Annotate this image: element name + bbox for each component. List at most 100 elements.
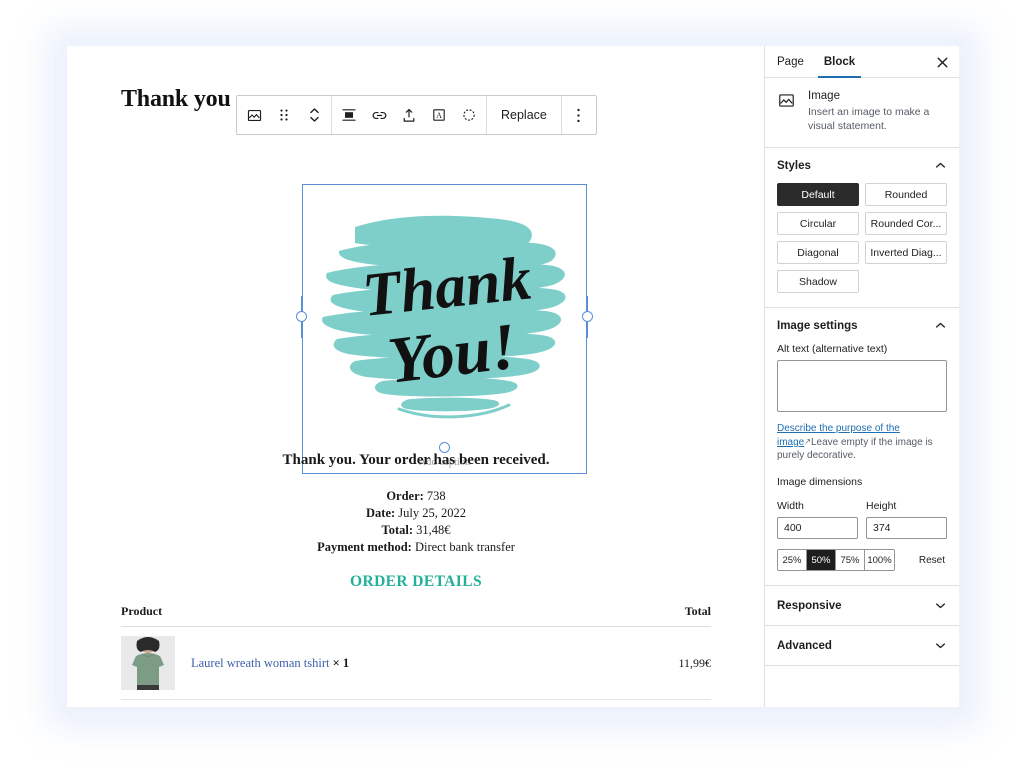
order-meta-value: 31,48€ <box>416 523 451 537</box>
panel-responsive-header[interactable]: Responsive <box>765 586 959 625</box>
product-name-cell[interactable]: Laurel wreath woman tshirt × 1 <box>183 656 678 671</box>
add-text-over-image-icon[interactable]: A <box>424 96 454 134</box>
panel-image-settings-title: Image settings <box>777 319 858 332</box>
style-option-default[interactable]: Default <box>777 183 859 206</box>
order-received-message: Thank you. Your order has been received. <box>282 452 550 468</box>
scale-25-button[interactable]: 25% <box>778 550 807 570</box>
sidebar-tabs: Page Block <box>765 46 959 78</box>
product-quantity: × 1 <box>332 655 350 670</box>
scale-75-button[interactable]: 75% <box>836 550 865 570</box>
external-link-icon: ↗ <box>804 437 811 446</box>
panel-advanced: Advanced <box>765 626 959 666</box>
image-icon <box>777 91 799 133</box>
height-input[interactable] <box>866 517 947 539</box>
reset-button[interactable]: Reset <box>919 555 947 566</box>
editor-canvas[interactable]: Thank you A Replace Thank You! Add capti… <box>67 46 764 707</box>
order-meta-row: Date: July 25, 2022 <box>121 505 711 522</box>
chevron-up-icon <box>934 319 947 332</box>
height-label: Height <box>866 500 897 512</box>
align-icon[interactable] <box>334 96 364 134</box>
table-row <box>121 700 711 707</box>
height-field-group: Height <box>866 500 947 539</box>
dimensions-row: Width Height <box>777 500 947 539</box>
panel-advanced-title: Advanced <box>777 639 832 652</box>
order-meta-list: Order: 738 Date: July 25, 2022 Total: 31… <box>121 488 711 556</box>
style-option-rounded-corners[interactable]: Rounded Cor... <box>865 212 947 235</box>
link-icon[interactable] <box>364 96 394 134</box>
image-block-icon[interactable] <box>239 96 269 134</box>
selected-image-block[interactable]: Thank You! Add caption <box>296 184 593 474</box>
column-header-total: Total <box>684 604 711 618</box>
chevron-down-icon <box>934 639 947 652</box>
panel-styles-title: Styles <box>777 159 811 172</box>
thank-you-image[interactable]: Thank You! <box>303 185 586 443</box>
panel-responsive-title: Responsive <box>777 599 842 612</box>
close-icon[interactable] <box>929 49 955 75</box>
block-info-description: Insert an image to make a visual stateme… <box>808 106 930 132</box>
toolbar-group-format: A <box>332 96 487 134</box>
image-dimensions-label: Image dimensions <box>777 476 863 488</box>
svg-text:A: A <box>436 111 442 120</box>
resize-handle-bottom[interactable] <box>438 442 450 453</box>
thank-you-artwork: Thank You! <box>303 185 586 443</box>
move-up-down-icon[interactable] <box>299 96 329 134</box>
style-option-shadow[interactable]: Shadow <box>777 270 859 293</box>
order-meta-value: Direct bank transfer <box>414 540 515 554</box>
order-meta-row: Order: 738 <box>121 488 711 505</box>
duotone-filter-icon[interactable] <box>454 96 484 134</box>
order-meta-row: Total: 31,48€ <box>121 522 711 539</box>
block-settings-sidebar: Page Block Image Insert an image to make… <box>764 46 959 707</box>
panel-image-settings-header[interactable]: Image settings <box>765 308 959 343</box>
page-backdrop: Thank you A Replace Thank You! Add capti… <box>0 0 1024 767</box>
panel-image-settings-body: Alt text (alternative text) Describe the… <box>765 343 959 585</box>
resize-handle-left[interactable] <box>296 311 307 322</box>
product-total-cell: 11,99€ <box>678 655 711 670</box>
panel-responsive: Responsive <box>765 586 959 626</box>
scale-row: 25% 50% 75% 100% Reset <box>777 549 947 571</box>
order-meta-row: Payment method: Direct bank transfer <box>121 539 711 556</box>
width-input[interactable] <box>777 517 858 539</box>
replace-button[interactable]: Replace <box>489 96 559 134</box>
product-link[interactable]: Laurel wreath woman tshirt <box>191 656 330 670</box>
svg-text:You!: You! <box>384 310 520 398</box>
order-meta-label: Date: <box>366 506 396 520</box>
block-info-title: Image <box>808 90 840 102</box>
order-details-heading: ORDER DETAILS <box>350 573 482 590</box>
scale-50-button[interactable]: 50% <box>807 550 836 570</box>
panel-advanced-header[interactable]: Advanced <box>765 626 959 665</box>
toolbar-group-replace: Replace <box>487 96 562 134</box>
toolbar-group-more <box>562 96 596 134</box>
block-info-card: Image Insert an image to make a visual s… <box>765 78 959 148</box>
toolbar-group-block <box>237 96 332 134</box>
block-toolbar[interactable]: A Replace <box>236 95 597 135</box>
order-meta-value: July 25, 2022 <box>398 506 466 520</box>
drag-handle-icon[interactable] <box>269 96 299 134</box>
style-option-circular[interactable]: Circular <box>777 212 859 235</box>
alt-text-input[interactable] <box>777 360 947 412</box>
style-option-inverted-diagonal[interactable]: Inverted Diag... <box>865 241 947 264</box>
width-field-group: Width <box>777 500 858 539</box>
order-meta-label: Payment method: <box>317 540 412 554</box>
order-meta-label: Order: <box>386 489 424 503</box>
scale-100-button[interactable]: 100% <box>865 550 894 570</box>
style-options-grid: Default Rounded Circular Rounded Cor... … <box>777 183 947 293</box>
scale-button-group: 25% 50% 75% 100% <box>777 549 895 571</box>
tshirt-thumbnail[interactable] <box>121 636 175 690</box>
page-title: Thank you <box>121 86 231 112</box>
alt-text-label: Alt text (alternative text) <box>777 343 888 355</box>
tab-block[interactable]: Block <box>814 46 865 78</box>
crop-upload-icon[interactable] <box>394 96 424 134</box>
panel-styles-header[interactable]: Styles <box>765 148 959 183</box>
panel-styles-body: Default Rounded Circular Rounded Cor... … <box>765 183 959 307</box>
order-items-table: Product Total Laurel wreath woman tshirt… <box>121 604 711 707</box>
tab-page[interactable]: Page <box>767 46 814 77</box>
style-option-rounded[interactable]: Rounded <box>865 183 947 206</box>
panel-image-settings: Image settings Alt text (alternative tex… <box>765 308 959 586</box>
style-option-diagonal[interactable]: Diagonal <box>777 241 859 264</box>
resize-handle-right[interactable] <box>582 311 593 322</box>
chevron-down-icon <box>934 599 947 612</box>
chevron-up-icon <box>934 159 947 172</box>
width-label: Width <box>777 500 804 512</box>
more-options-icon[interactable] <box>564 96 594 134</box>
column-header-product: Product <box>121 604 163 618</box>
